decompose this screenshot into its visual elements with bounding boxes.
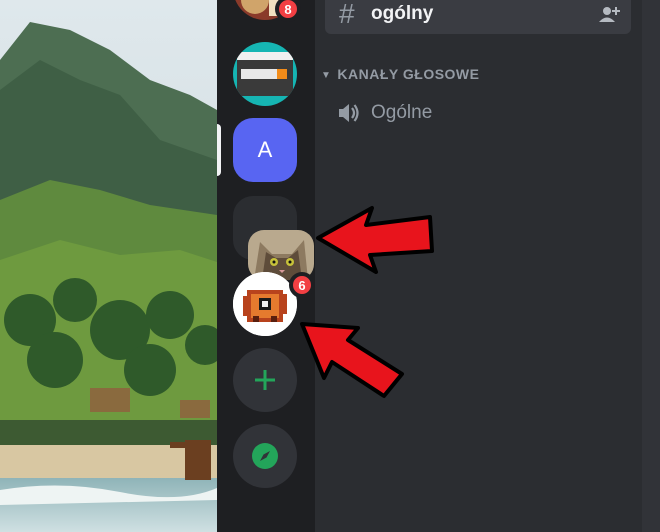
chat-area-edge: [642, 0, 660, 532]
add-server-button[interactable]: [233, 348, 297, 412]
server-icon-instant[interactable]: [233, 42, 297, 106]
arrow-icon: [316, 206, 434, 274]
server-rail: 8 A 6: [217, 0, 315, 532]
category-label: KANAŁY GŁOSOWE: [337, 66, 480, 82]
hash-icon: #: [339, 0, 355, 29]
voice-category-header[interactable]: ▼ KANAŁY GŁOSOWE: [321, 66, 479, 82]
voice-channel-row[interactable]: Ogólne: [337, 102, 432, 124]
compass-icon: [252, 443, 278, 469]
plus-icon: [255, 370, 275, 390]
chevron-down-icon: ▼: [321, 70, 332, 81]
unread-badge: 8: [275, 0, 301, 22]
explore-servers-button[interactable]: [233, 424, 297, 488]
text-channel-row[interactable]: # ogólny: [325, 0, 631, 34]
text-channel-name: ogólny: [371, 3, 434, 24]
desktop-wallpaper: [0, 0, 217, 532]
arrow-icon: [300, 322, 404, 398]
server-letter: A: [257, 137, 273, 162]
add-member-icon[interactable]: [599, 4, 621, 28]
speaker-icon: [339, 104, 359, 122]
voice-channel-name: Ogólne: [371, 102, 433, 123]
server-icon-pixel[interactable]: [233, 272, 297, 336]
server-icon-a[interactable]: A: [233, 118, 297, 182]
selected-server-indicator: [217, 124, 221, 176]
unread-badge: 6: [289, 272, 315, 298]
